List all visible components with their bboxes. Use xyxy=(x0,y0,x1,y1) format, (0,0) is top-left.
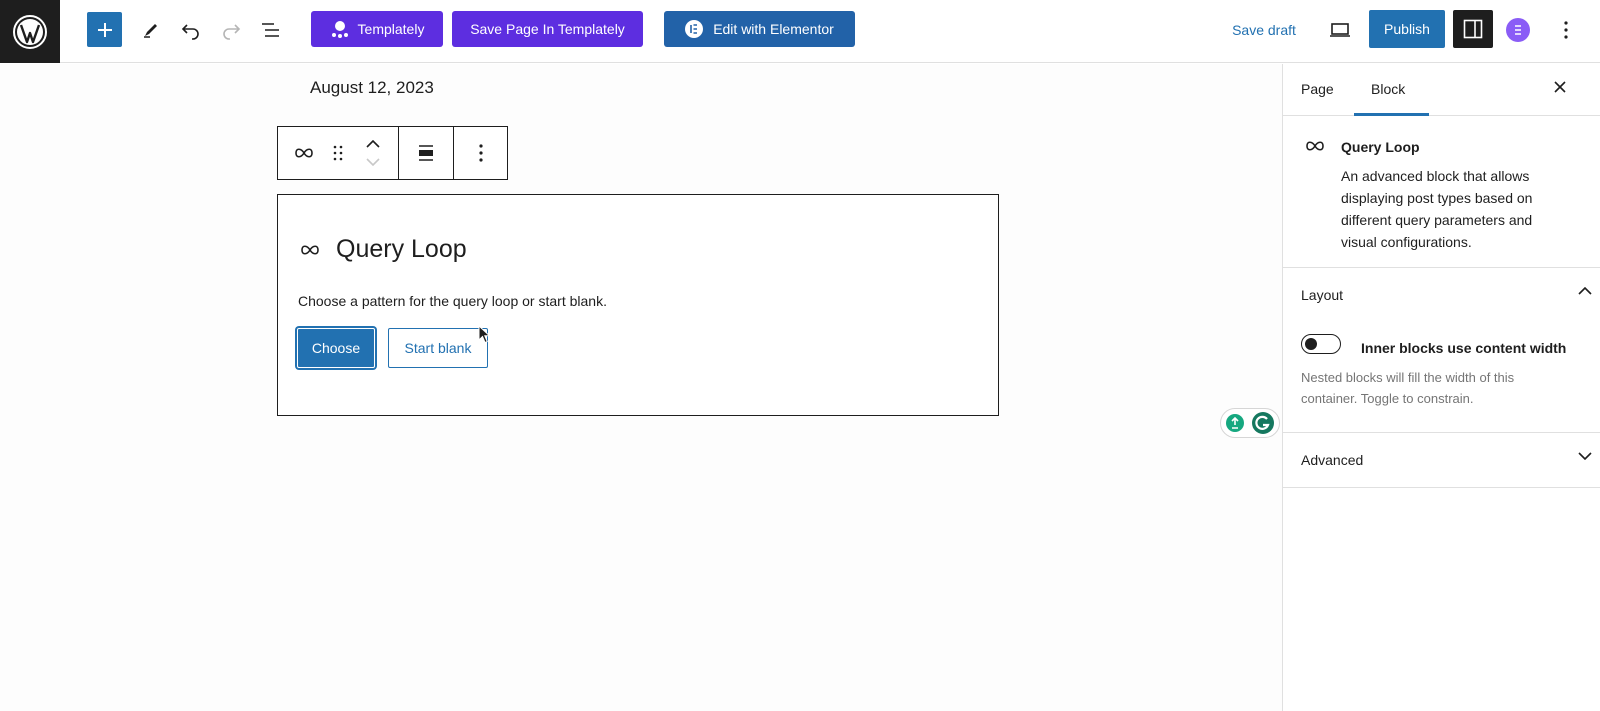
settings-toggle-button[interactable] xyxy=(1453,10,1493,48)
wordpress-icon xyxy=(13,14,47,49)
chevron-down-icon[interactable] xyxy=(1578,452,1592,460)
save-page-in-templately-button[interactable]: Save Page In Templately xyxy=(452,11,643,47)
block-type-button[interactable] xyxy=(278,127,330,179)
edit-with-elementor-label: Edit with Elementor xyxy=(713,21,834,37)
save-page-in-templately-label: Save Page In Templately xyxy=(470,21,625,37)
drag-handle-icon xyxy=(334,145,343,161)
block-toolbar xyxy=(277,126,508,180)
move-down-icon[interactable] xyxy=(366,158,380,166)
more-vertical-icon xyxy=(478,144,483,162)
layout-panel-toggle[interactable]: Layout xyxy=(1283,268,1600,322)
grammarly-suggestion-icon xyxy=(1226,414,1244,432)
sidebar-tabs: Page Block xyxy=(1283,64,1600,116)
post-date[interactable]: August 12, 2023 xyxy=(310,78,434,98)
layout-panel-title: Layout xyxy=(1301,287,1344,303)
elementor-icon xyxy=(685,20,704,38)
query-loop-icon xyxy=(301,244,319,255)
list-view-icon xyxy=(262,23,279,37)
more-vertical-icon xyxy=(1564,21,1568,39)
desktop-icon xyxy=(1330,23,1350,37)
document-overview-button[interactable] xyxy=(253,12,289,48)
advanced-panel-toggle[interactable]: Advanced xyxy=(1283,433,1600,487)
edit-with-elementor-button[interactable]: Edit with Elementor xyxy=(664,11,855,47)
editor-top-toolbar: Templately Save Page In Templately Edit … xyxy=(0,0,1600,63)
query-loop-heading: Query Loop xyxy=(300,235,467,264)
content-width-toggle[interactable] xyxy=(1301,334,1341,354)
query-loop-instructions: Choose a pattern for the query loop or s… xyxy=(298,293,607,309)
redo-icon xyxy=(223,24,241,40)
block-toolbar-parent-group xyxy=(278,127,399,179)
wordpress-logo[interactable] xyxy=(0,0,60,63)
advanced-panel-title: Advanced xyxy=(1301,452,1364,468)
options-button[interactable] xyxy=(1548,12,1584,48)
start-blank-button[interactable]: Start blank xyxy=(388,328,488,368)
templately-button[interactable]: Templately xyxy=(311,11,443,47)
mouse-cursor-icon xyxy=(478,325,491,344)
templately-cloud-icon xyxy=(331,21,348,38)
layout-panel: Layout Inner blocks use content width Ne… xyxy=(1283,268,1600,433)
grammarly-widget[interactable] xyxy=(1220,408,1280,438)
align-none-icon xyxy=(419,145,433,161)
block-options-button[interactable] xyxy=(454,127,507,179)
chevron-up-icon[interactable] xyxy=(1578,287,1592,295)
query-loop-title: Query Loop xyxy=(336,235,467,263)
align-button[interactable] xyxy=(399,127,454,179)
publish-button[interactable]: Publish xyxy=(1369,10,1445,48)
undo-button[interactable] xyxy=(173,12,209,48)
content-width-toggle-label[interactable]: Inner blocks use content width xyxy=(1361,340,1566,356)
settings-sidebar: Page Block Query Loop An advanced block … xyxy=(1282,64,1600,711)
sidebar-icon xyxy=(1463,19,1483,39)
tools-button[interactable] xyxy=(133,12,169,48)
tab-block[interactable]: Block xyxy=(1371,81,1405,97)
preview-button[interactable] xyxy=(1322,12,1358,48)
add-block-button[interactable] xyxy=(87,12,122,47)
query-loop-placeholder[interactable]: Query Loop Choose a pattern for the quer… xyxy=(277,194,999,416)
templately-label: Templately xyxy=(357,21,425,37)
query-loop-icon xyxy=(294,148,313,158)
close-icon[interactable] xyxy=(1553,80,1567,94)
tab-page[interactable]: Page xyxy=(1301,81,1334,97)
move-up-icon[interactable] xyxy=(366,140,380,148)
plus-icon xyxy=(97,22,112,37)
block-movers xyxy=(347,127,398,179)
grammarly-icon xyxy=(1252,412,1274,434)
toggle-knob xyxy=(1305,338,1317,350)
drag-handle[interactable] xyxy=(330,127,348,179)
redo-button[interactable] xyxy=(213,12,249,48)
save-draft-button[interactable]: Save draft xyxy=(1222,13,1306,46)
content-width-help-text: Nested blocks will fill the width of thi… xyxy=(1301,370,1515,406)
choose-pattern-button[interactable]: Choose xyxy=(297,328,375,368)
elementor-ai-icon[interactable] xyxy=(1506,18,1530,42)
advanced-panel: Advanced xyxy=(1283,433,1600,488)
pencil-icon xyxy=(144,24,157,38)
query-loop-icon xyxy=(1306,141,1324,151)
undo-icon xyxy=(181,24,199,40)
block-card: Query Loop An advanced block that allows… xyxy=(1283,116,1600,268)
editor-canvas[interactable]: August 12, 2023 Query Loop Choose a patt… xyxy=(0,64,1282,711)
block-card-title: Query Loop xyxy=(1341,139,1420,155)
block-card-description: An advanced block that allows displaying… xyxy=(1341,168,1533,250)
